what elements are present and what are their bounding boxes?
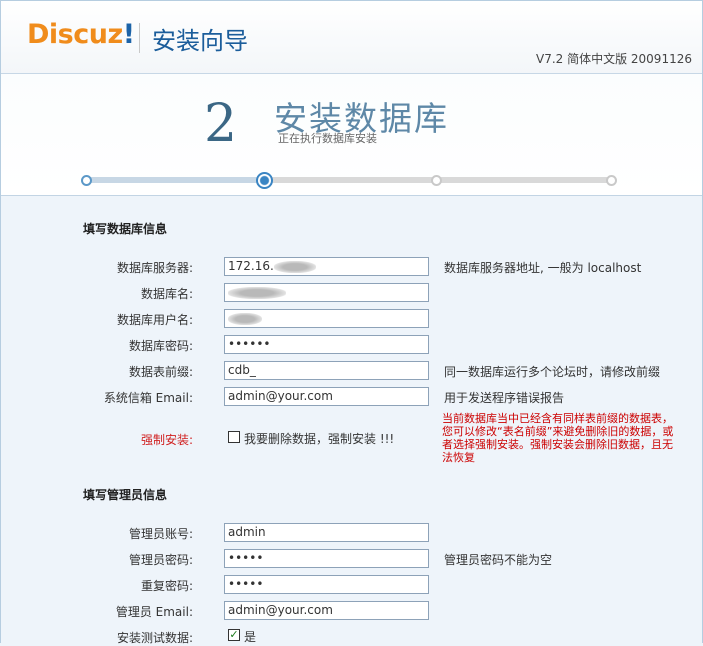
header-divider [139, 23, 140, 53]
force-install-checkbox[interactable] [228, 431, 240, 443]
step-subtitle: 正在执行数据库安装 [278, 132, 377, 145]
step-number: 2 [204, 98, 238, 144]
db-password-label: 数据库密码: [128, 339, 193, 353]
progress-track-done [87, 177, 264, 183]
admin-email-input[interactable]: admin@your.com [224, 601, 429, 620]
repeat-password-label: 重复密码: [140, 579, 193, 593]
admin-password-label: 管理员密码: [128, 553, 193, 567]
db-name-input[interactable] [224, 283, 429, 302]
redaction-blur [273, 260, 316, 273]
db-host-value: 172.16. [228, 259, 274, 273]
table-prefix-hint: 同一数据库运行多个论坛时，请修改前缀 [444, 365, 661, 379]
test-data-checkbox-label[interactable]: 是 [244, 628, 256, 645]
discuz-logo: Discuz! [27, 19, 135, 50]
db-user-label: 数据库用户名: [116, 313, 193, 327]
db-host-input[interactable]: 172.16. [224, 257, 429, 276]
db-host-label: 数据库服务器: [116, 261, 193, 275]
test-data-checkbox[interactable]: ✓ [228, 629, 240, 641]
force-install-checkbox-label[interactable]: 我要删除数据，强制安装 !!! [244, 430, 394, 447]
admin-username-label: 管理员账号: [128, 527, 193, 541]
admin-email-label: 管理员 Email: [115, 605, 193, 619]
version-label: V7.2 简体中文版 20091126 [535, 52, 692, 66]
table-prefix-label: 数据表前缀: [128, 365, 193, 379]
system-email-input[interactable]: admin@your.com [224, 387, 429, 406]
admin-username-input[interactable]: admin [224, 523, 429, 542]
wizard-title: 安装向导 [152, 27, 248, 55]
redaction-blur [228, 312, 262, 325]
system-email-hint: 用于发送程序错误报告 [444, 391, 565, 405]
logo-mark: ! [122, 19, 135, 50]
admin-password-input[interactable]: ••••• [224, 549, 429, 568]
redaction-blur [228, 286, 286, 299]
db-host-hint: 数据库服务器地址, 一般为 localhost [444, 261, 642, 275]
repeat-password-input[interactable]: ••••• [224, 575, 429, 594]
test-data-label: 安装测试数据: [116, 631, 193, 645]
installer-window: Discuz! 安装向导 V7.2 简体中文版 20091126 2 安装数据库… [0, 0, 703, 645]
step-banner: 2 安装数据库 正在执行数据库安装 [1, 74, 702, 196]
admin-section-title: 填写管理员信息 [83, 488, 168, 502]
progress-step-2-dot [256, 172, 273, 189]
system-email-label: 系统信箱 Email: [103, 391, 193, 405]
progress-step-4-dot [606, 175, 617, 186]
force-install-label: 强制安装: [140, 433, 193, 447]
force-install-warning: 当前数据库当中已经含有同样表前缀的数据表，您可以修改“表名前缀”来避免删除旧的数… [442, 412, 674, 464]
table-prefix-input[interactable]: cdb_ [224, 361, 429, 380]
admin-password-hint: 管理员密码不能为空 [444, 553, 553, 567]
header: Discuz! 安装向导 V7.2 简体中文版 20091126 [1, 0, 702, 74]
db-section-title: 填写数据库信息 [83, 222, 168, 236]
logo-text: Discuz [27, 19, 123, 50]
db-name-label: 数据库名: [140, 287, 193, 301]
progress-step-1-dot [81, 175, 92, 186]
db-password-input[interactable]: •••••• [224, 335, 429, 354]
db-user-input[interactable] [224, 309, 429, 328]
progress-step-3-dot [431, 175, 442, 186]
